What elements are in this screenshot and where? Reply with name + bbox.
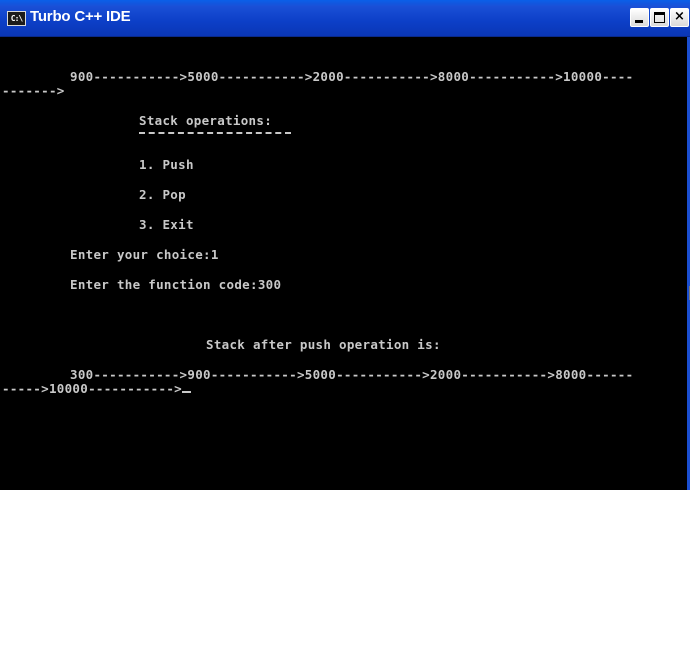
stack-list-before-line2: ------->: [2, 83, 65, 98]
title-bar[interactable]: C:\ Turbo C++ IDE ×: [0, 0, 690, 37]
result-heading: Stack after push operation is:: [206, 337, 441, 352]
console-output[interactable]: 900----------->5000----------->2000-----…: [0, 37, 687, 490]
choice-prompt: Enter your choice:1: [70, 247, 219, 262]
console-window: C:\ Turbo C++ IDE × 900----------->5000-…: [0, 0, 690, 490]
menu-title: Stack operations:: [139, 113, 273, 128]
menu-item-push: 1. Push: [139, 157, 194, 172]
function-code-prompt: Enter the function code:300: [70, 277, 282, 292]
stack-list-before-line1: 900----------->5000----------->2000-----…: [70, 69, 634, 84]
menu-item-exit: 3. Exit: [139, 217, 194, 232]
text-cursor: [182, 391, 191, 393]
resize-edge-mark: [689, 286, 690, 300]
close-icon: ×: [674, 9, 685, 24]
minimize-button[interactable]: [630, 8, 649, 27]
maximize-icon: [654, 12, 665, 23]
menu-item-pop: 2. Pop: [139, 187, 186, 202]
console-app-icon[interactable]: C:\: [7, 11, 26, 26]
stack-list-after-line2-text: ----->10000----------->: [2, 381, 182, 396]
window-title: Turbo C++ IDE: [30, 8, 131, 25]
minimize-icon: [635, 20, 643, 23]
stack-list-after-line1: 300----------->900----------->5000------…: [70, 367, 634, 382]
menu-title-underline: [139, 132, 291, 134]
maximize-button[interactable]: [650, 8, 669, 27]
close-button[interactable]: ×: [670, 8, 689, 27]
stack-list-after-line2: ----->10000----------->: [2, 382, 191, 396]
